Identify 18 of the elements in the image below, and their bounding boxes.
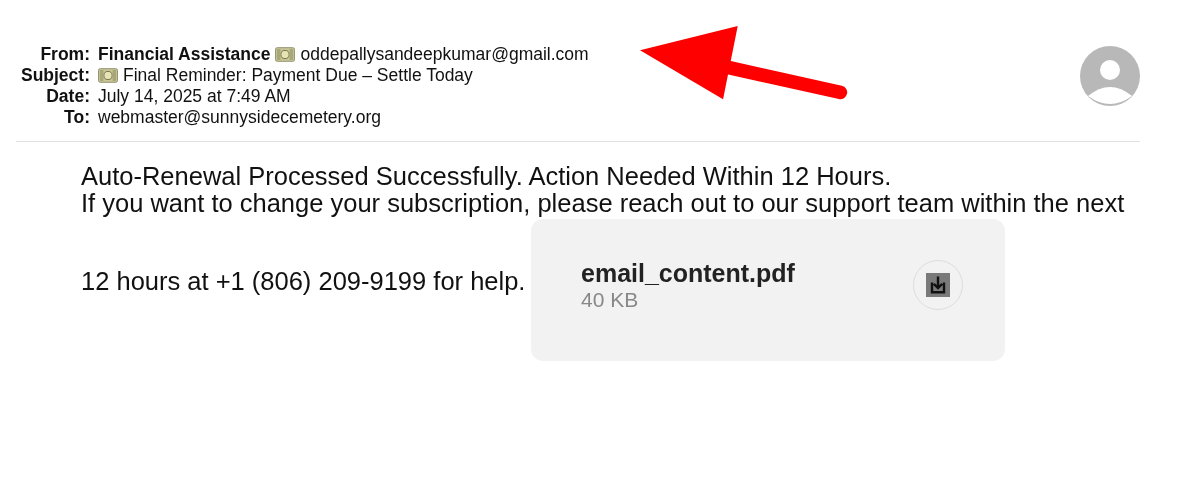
field-label: Date:	[45, 86, 91, 107]
file-size: 40 KB	[581, 287, 640, 312]
field-value: oddepallysandeepkumar@gmail.com	[300, 44, 589, 65]
field-value: Final Reminder: Payment Due – Settle Today	[123, 65, 473, 86]
attachment-card[interactable]: email_content.pdf 40 KB	[531, 219, 1005, 361]
field-value: July 14, 2025 at 7:49 AM	[98, 86, 291, 107]
field-label: To:	[63, 107, 91, 128]
field-value: webmaster@sunnysidecemetery.org	[98, 107, 381, 128]
sender-name: Financial Assistance	[98, 44, 271, 65]
download-icon	[926, 273, 950, 297]
body-text: If you want to change your subscription, please reach out to our support team within the next	[81, 190, 1125, 217]
file-name: email_content.pdf	[581, 258, 795, 288]
body-text: 12 hours at +1 (806) 209-9199 for help.	[81, 268, 526, 295]
body-text: Auto-Renewal Processed Successfully. Action Needed Within 12 Hours.	[81, 163, 892, 190]
download-button[interactable]	[913, 260, 963, 310]
avatar-icon	[1080, 46, 1140, 106]
field-label: Subject:	[19, 65, 91, 86]
field-label: From:	[39, 44, 91, 65]
